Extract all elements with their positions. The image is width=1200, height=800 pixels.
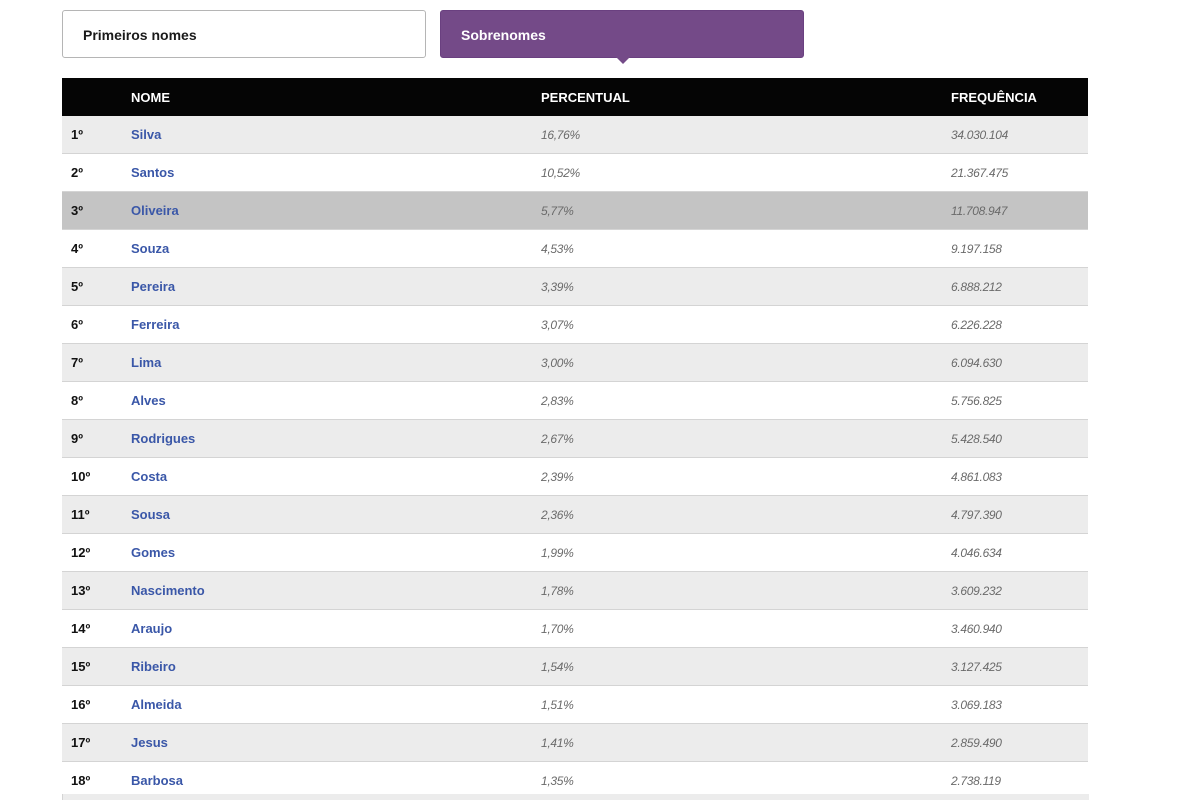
frequency-cell: 6.888.212 — [951, 267, 1088, 306]
frequency-cell: 3.609.232 — [951, 571, 1088, 610]
tab-surnames[interactable]: Sobrenomes — [440, 10, 804, 64]
percent-cell: 2,36% — [541, 495, 951, 534]
percent-cell: 2,67% — [541, 419, 951, 458]
rank-cell: 4º — [62, 229, 131, 268]
percent-cell: 1,78% — [541, 571, 951, 610]
frequency-cell: 5.756.825 — [951, 381, 1088, 420]
percent-cell: 1,70% — [541, 609, 951, 648]
table-row[interactable]: 7º Lima 3,00% 6.094.630 — [62, 343, 1088, 382]
table-row-partial — [62, 794, 1089, 800]
percent-cell: 3,00% — [541, 343, 951, 382]
tab-first-names-label: Primeiros nomes — [83, 27, 197, 43]
frequency-cell: 4.861.083 — [951, 457, 1088, 496]
name-link[interactable]: Rodrigues — [131, 419, 541, 458]
tab-surnames-label: Sobrenomes — [461, 27, 546, 43]
percent-cell: 1,54% — [541, 647, 951, 686]
frequency-cell: 21.367.475 — [951, 153, 1088, 192]
name-link[interactable]: Pereira — [131, 267, 541, 306]
name-link[interactable]: Gomes — [131, 533, 541, 572]
name-link[interactable]: Almeida — [131, 685, 541, 724]
name-link[interactable]: Costa — [131, 457, 541, 496]
rank-cell: 7º — [62, 343, 131, 382]
percent-cell: 4,53% — [541, 229, 951, 268]
table-row[interactable]: 1º Silva 16,76% 34.030.104 — [62, 116, 1088, 154]
frequency-cell: 3.460.940 — [951, 609, 1088, 648]
frequency-cell: 4.797.390 — [951, 495, 1088, 534]
table-row[interactable]: 2º Santos 10,52% 21.367.475 — [62, 153, 1088, 192]
rank-cell: 5º — [62, 267, 131, 306]
active-tab-caret-icon — [616, 57, 630, 64]
column-header-name[interactable]: NOME — [131, 78, 541, 116]
frequency-cell: 9.197.158 — [951, 229, 1088, 268]
rank-cell: 2º — [62, 153, 131, 192]
percent-cell: 3,39% — [541, 267, 951, 306]
frequency-cell: 4.046.634 — [951, 533, 1088, 572]
name-link[interactable]: Lima — [131, 343, 541, 382]
table-row[interactable]: 11º Sousa 2,36% 4.797.390 — [62, 495, 1088, 534]
table-row[interactable]: 13º Nascimento 1,78% 3.609.232 — [62, 571, 1088, 610]
table-row[interactable]: 10º Costa 2,39% 4.861.083 — [62, 457, 1088, 496]
tab-first-names[interactable]: Primeiros nomes — [62, 10, 426, 58]
percent-cell: 3,07% — [541, 305, 951, 344]
column-header-percent[interactable]: PERCENTUAL — [541, 78, 951, 116]
rank-cell: 16º — [62, 685, 131, 724]
column-header-frequency[interactable]: FREQUÊNCIA — [951, 78, 1088, 116]
frequency-cell: 3.127.425 — [951, 647, 1088, 686]
percent-cell: 16,76% — [541, 116, 951, 154]
rank-cell: 14º — [62, 609, 131, 648]
rank-cell: 3º — [62, 191, 131, 230]
name-link[interactable]: Jesus — [131, 723, 541, 762]
name-link[interactable]: Sousa — [131, 495, 541, 534]
rank-cell: 8º — [62, 381, 131, 420]
percent-cell: 1,99% — [541, 533, 951, 572]
rank-cell: 10º — [62, 457, 131, 496]
table-row[interactable]: 5º Pereira 3,39% 6.888.212 — [62, 267, 1088, 306]
table-row[interactable]: 3º Oliveira 5,77% 11.708.947 — [62, 191, 1088, 230]
name-link[interactable]: Souza — [131, 229, 541, 268]
name-link[interactable]: Santos — [131, 153, 541, 192]
rank-cell: 15º — [62, 647, 131, 686]
percent-cell: 5,77% — [541, 191, 951, 230]
table-row[interactable]: 8º Alves 2,83% 5.756.825 — [62, 381, 1088, 420]
percent-cell: 1,41% — [541, 723, 951, 762]
table-row[interactable]: 14º Araujo 1,70% 3.460.940 — [62, 609, 1088, 648]
name-link[interactable]: Nascimento — [131, 571, 541, 610]
name-link[interactable]: Araujo — [131, 609, 541, 648]
table-row[interactable]: 9º Rodrigues 2,67% 5.428.540 — [62, 419, 1088, 458]
frequency-cell: 11.708.947 — [951, 191, 1088, 230]
name-link[interactable]: Ferreira — [131, 305, 541, 344]
rank-cell: 17º — [62, 723, 131, 762]
rank-cell: 13º — [62, 571, 131, 610]
name-link[interactable]: Ribeiro — [131, 647, 541, 686]
name-link[interactable]: Silva — [131, 116, 541, 154]
column-header-rank — [62, 78, 131, 116]
table-row[interactable]: 4º Souza 4,53% 9.197.158 — [62, 229, 1088, 268]
frequency-cell: 2.859.490 — [951, 723, 1088, 762]
percent-cell: 10,52% — [541, 153, 951, 192]
table-row[interactable]: 12º Gomes 1,99% 4.046.634 — [62, 533, 1088, 572]
rank-cell: 1º — [62, 116, 131, 154]
name-link[interactable]: Oliveira — [131, 191, 541, 230]
rank-cell: 12º — [62, 533, 131, 572]
percent-cell: 1,51% — [541, 685, 951, 724]
surname-ranking-table: NOME PERCENTUAL FREQUÊNCIA 1º Silva 16,76%… — [62, 78, 1088, 800]
name-type-tabs: Primeiros nomes Sobrenomes — [62, 10, 806, 64]
table-row[interactable]: 17º Jesus 1,41% 2.859.490 — [62, 723, 1088, 762]
rank-cell: 6º — [62, 305, 131, 344]
table-body: 1º Silva 16,76% 34.030.104 2º Santos 10,52% 21.… — [62, 116, 1088, 800]
table-row[interactable]: 16º Almeida 1,51% 3.069.183 — [62, 685, 1088, 724]
percent-cell: 2,83% — [541, 381, 951, 420]
rank-cell: 9º — [62, 419, 131, 458]
frequency-cell: 34.030.104 — [951, 116, 1088, 154]
rank-cell: 11º — [62, 495, 131, 534]
frequency-cell: 3.069.183 — [951, 685, 1088, 724]
table-row[interactable]: 6º Ferreira 3,07% 6.226.228 — [62, 305, 1088, 344]
frequency-cell: 5.428.540 — [951, 419, 1088, 458]
frequency-cell: 6.094.630 — [951, 343, 1088, 382]
frequency-cell: 6.226.228 — [951, 305, 1088, 344]
name-link[interactable]: Alves — [131, 381, 541, 420]
table-header-row: NOME PERCENTUAL FREQUÊNCIA — [62, 78, 1088, 116]
table-row[interactable]: 15º Ribeiro 1,54% 3.127.425 — [62, 647, 1088, 686]
percent-cell: 2,39% — [541, 457, 951, 496]
